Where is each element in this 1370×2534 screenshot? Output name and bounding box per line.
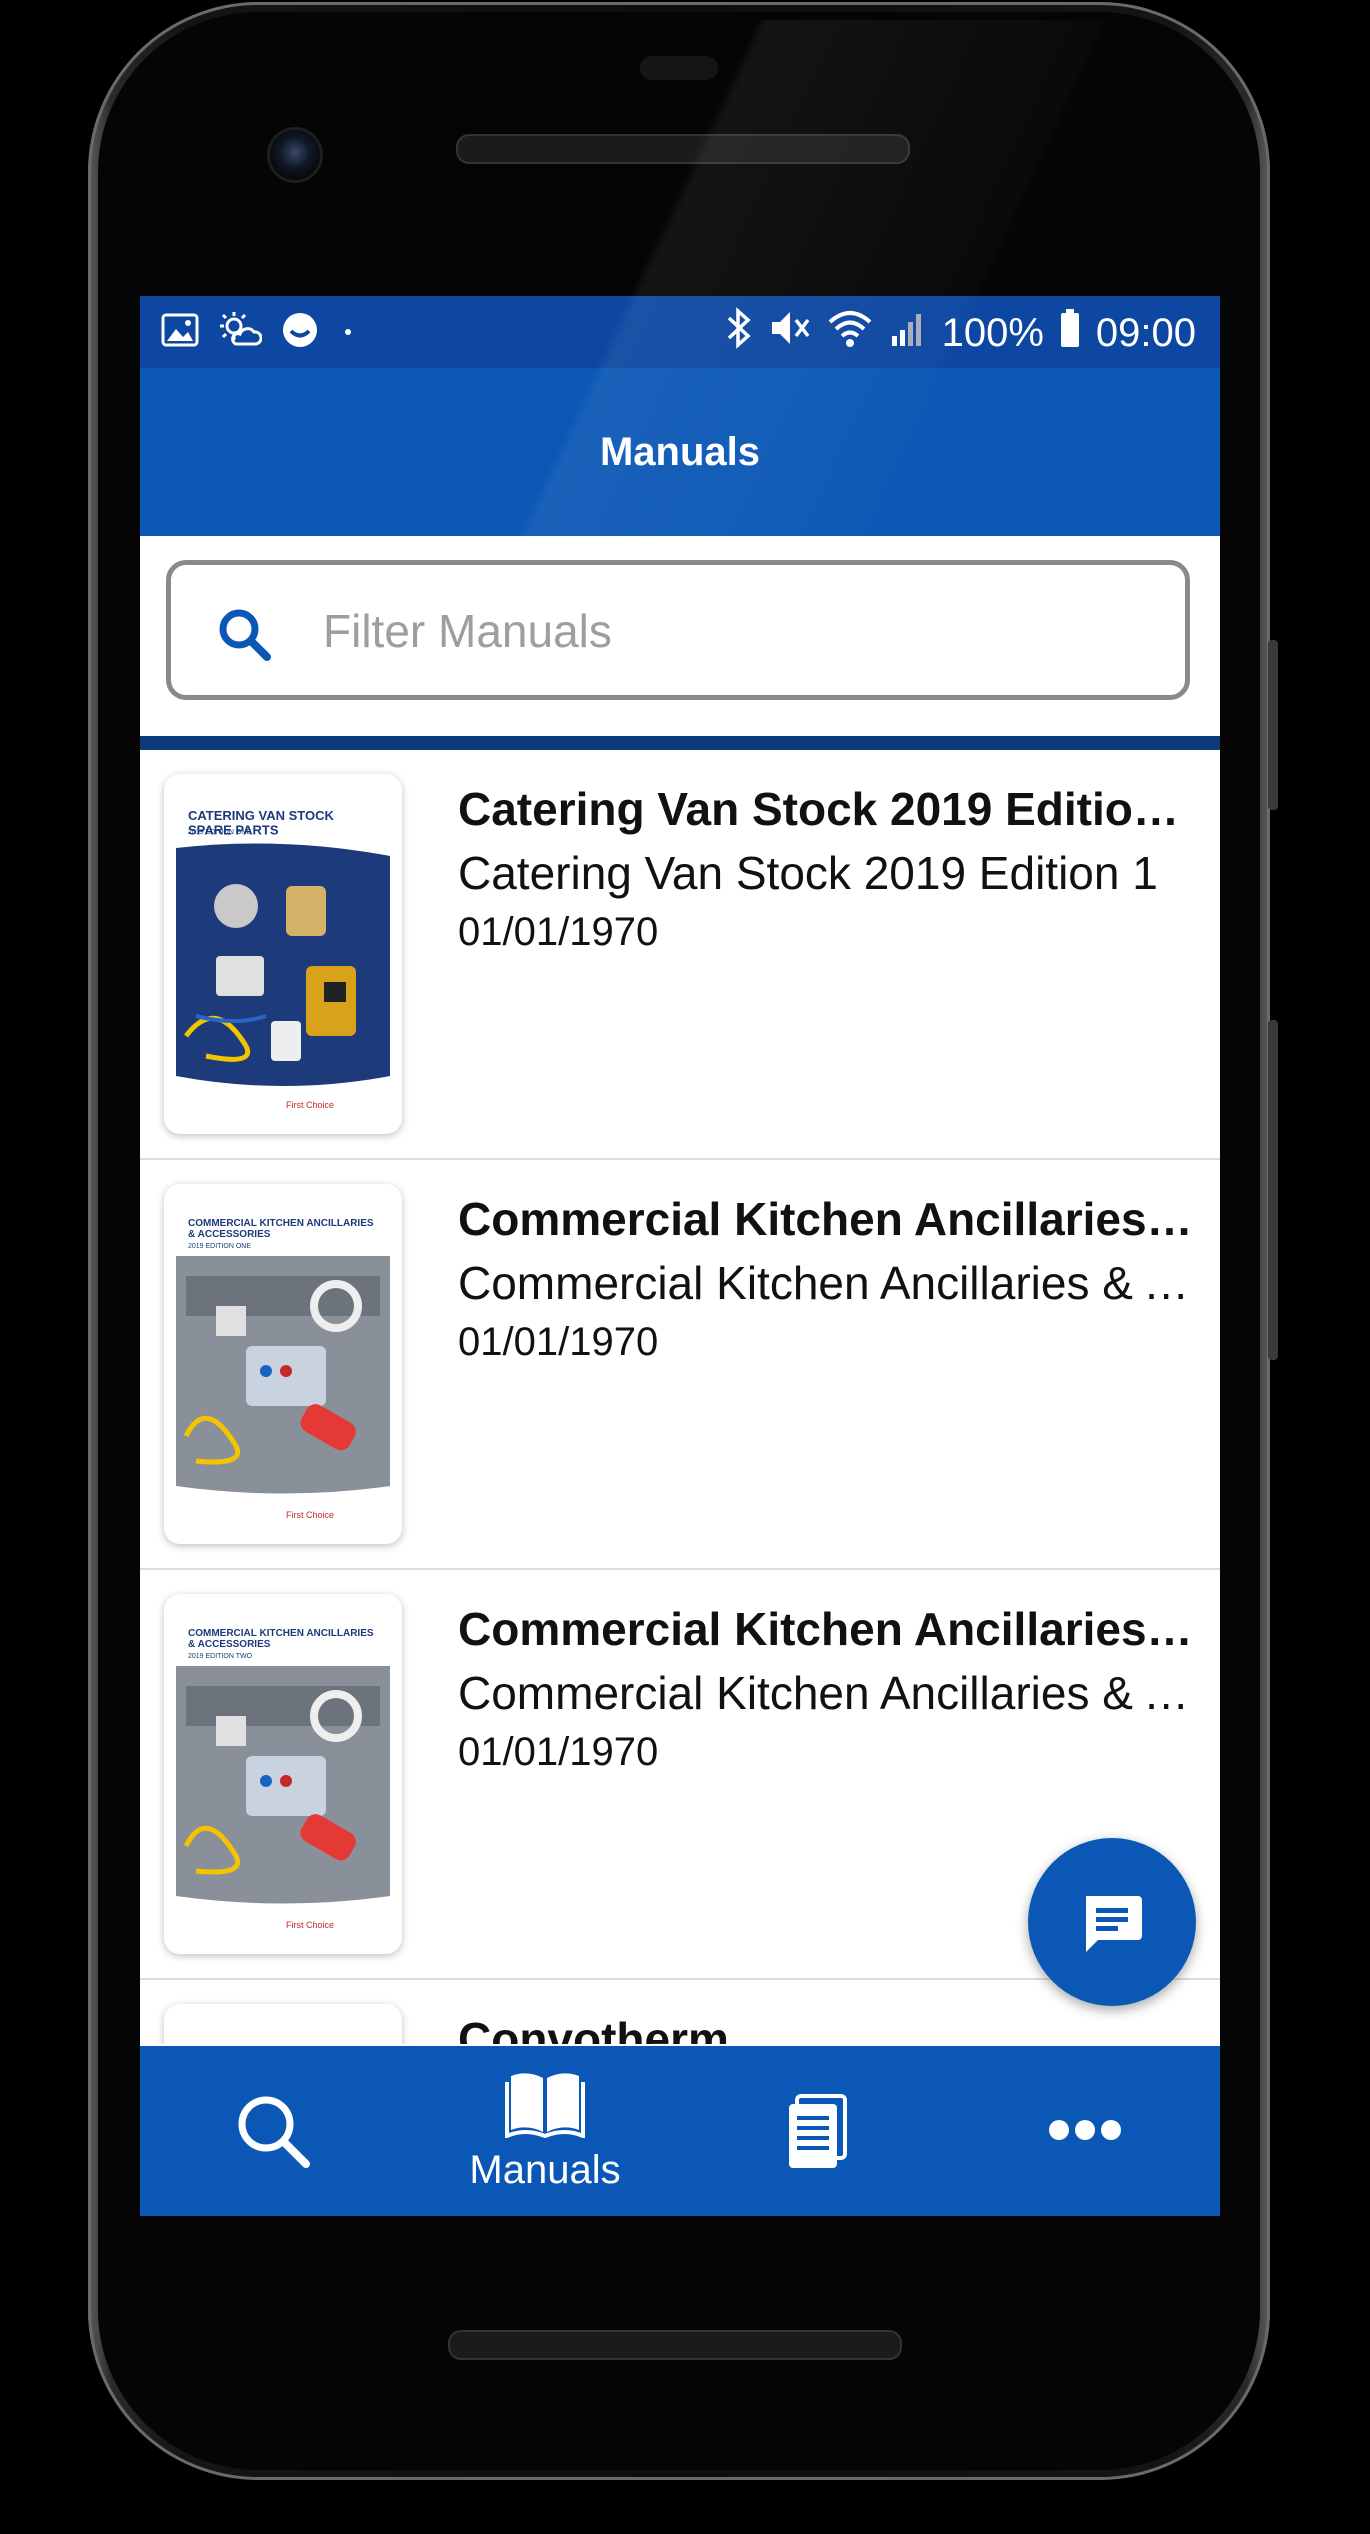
manual-subtitle: Catering Van Stock 2019 Edition 1 xyxy=(458,847,1158,899)
manual-date: 01/01/1970 xyxy=(458,910,659,954)
manual-cover-image xyxy=(164,2004,402,2044)
volume-button xyxy=(1268,640,1278,810)
earpiece-speaker xyxy=(456,134,910,164)
cover-brand: First Choice xyxy=(286,1920,334,1930)
manual-title: Catering Van Stock 2019 Edition 1 xyxy=(458,783,1198,835)
front-camera xyxy=(267,127,323,183)
nav-more[interactable] xyxy=(950,2046,1220,2216)
document-icon xyxy=(789,2094,847,2168)
bottom-navigation: Manuals xyxy=(140,2046,1220,2216)
bottom-speaker xyxy=(448,2330,902,2360)
manual-list-item[interactable]: CATERING VAN STOCK SPARE PARTS 2019 EDITI… xyxy=(140,750,1220,1160)
search-box[interactable] xyxy=(166,560,1190,700)
manual-cover-image: CATERING VAN STOCK SPARE PARTS 2019 EDITI… xyxy=(164,774,402,1134)
search-icon xyxy=(215,605,275,670)
bluetooth-icon xyxy=(724,306,754,360)
manual-list-item[interactable]: COMMERCIAL KITCHEN ANCILLARIES & ACCESSOR… xyxy=(140,1160,1220,1570)
manual-subtitle: Commercial Kitchen Ancillaries & Accesso… xyxy=(458,1257,1198,1309)
mute-icon xyxy=(768,306,812,360)
app-screen: 100% 09:00 Manuals CATERING VAN STOCKSPA… xyxy=(140,296,1220,2216)
chat-icon xyxy=(1086,1896,1142,1952)
image-icon xyxy=(160,310,200,355)
proximity-sensor xyxy=(640,56,718,80)
cover-brand: First Choice xyxy=(286,1100,334,1110)
filter-manuals-input[interactable] xyxy=(321,587,1145,675)
weather-icon xyxy=(218,310,263,355)
manual-subtitle: Commercial Kitchen Ancillaries & Accesso… xyxy=(458,1667,1198,1719)
cover-edition: 2019 EDITION ONE xyxy=(188,1243,251,1250)
manual-title: Commercial Kitchen Ancillaries & Accesso… xyxy=(458,1603,1198,1655)
app-bar: Manuals xyxy=(140,368,1220,536)
cover-brand: First Choice xyxy=(286,1510,334,1520)
nav-manuals-label: Manuals xyxy=(469,2148,621,2192)
status-bar: 100% 09:00 xyxy=(140,296,1220,368)
manual-title: Convotherm xyxy=(458,2013,729,2044)
battery-percent: 100% xyxy=(941,310,1044,355)
manual-cover-image: COMMERCIAL KITCHEN ANCILLARIES & ACCESSOR… xyxy=(164,1594,402,1954)
more-icon xyxy=(1049,2120,1121,2140)
smiley-icon xyxy=(280,310,320,355)
power-button xyxy=(1268,1020,1278,1360)
nav-search[interactable] xyxy=(140,2046,410,2216)
chat-button[interactable] xyxy=(1028,1838,1196,2006)
cover-edition: 2019 EDITION ONE xyxy=(188,829,251,836)
signal-icon xyxy=(888,306,928,360)
nav-documents[interactable] xyxy=(680,2046,950,2216)
search-area xyxy=(140,536,1220,736)
nav-manuals[interactable]: Manuals xyxy=(410,2046,680,2216)
wifi-icon xyxy=(826,306,874,360)
status-time: 09:00 xyxy=(1095,310,1196,355)
manuals-list[interactable]: CATERING VAN STOCK SPARE PARTS 2019 EDITI… xyxy=(140,750,1220,2044)
cover-edition: 2019 EDITION TWO xyxy=(188,1653,253,1660)
page-title: Manuals xyxy=(599,430,761,474)
manual-date: 01/01/1970 xyxy=(458,1730,659,1774)
dot-icon xyxy=(338,310,358,355)
manual-title: Commercial Kitchen Ancillaries & Accesso… xyxy=(458,1193,1198,1245)
manual-list-item[interactable]: Convotherm xyxy=(140,1980,1220,2044)
battery-icon xyxy=(1058,306,1082,360)
search-icon xyxy=(238,2096,310,2168)
manual-date: 01/01/1970 xyxy=(458,1320,659,1364)
book-icon xyxy=(505,2073,585,2138)
manual-cover-image: COMMERCIAL KITCHEN ANCILLARIES & ACCESSOR… xyxy=(164,1184,402,1544)
list-divider xyxy=(140,736,1220,750)
